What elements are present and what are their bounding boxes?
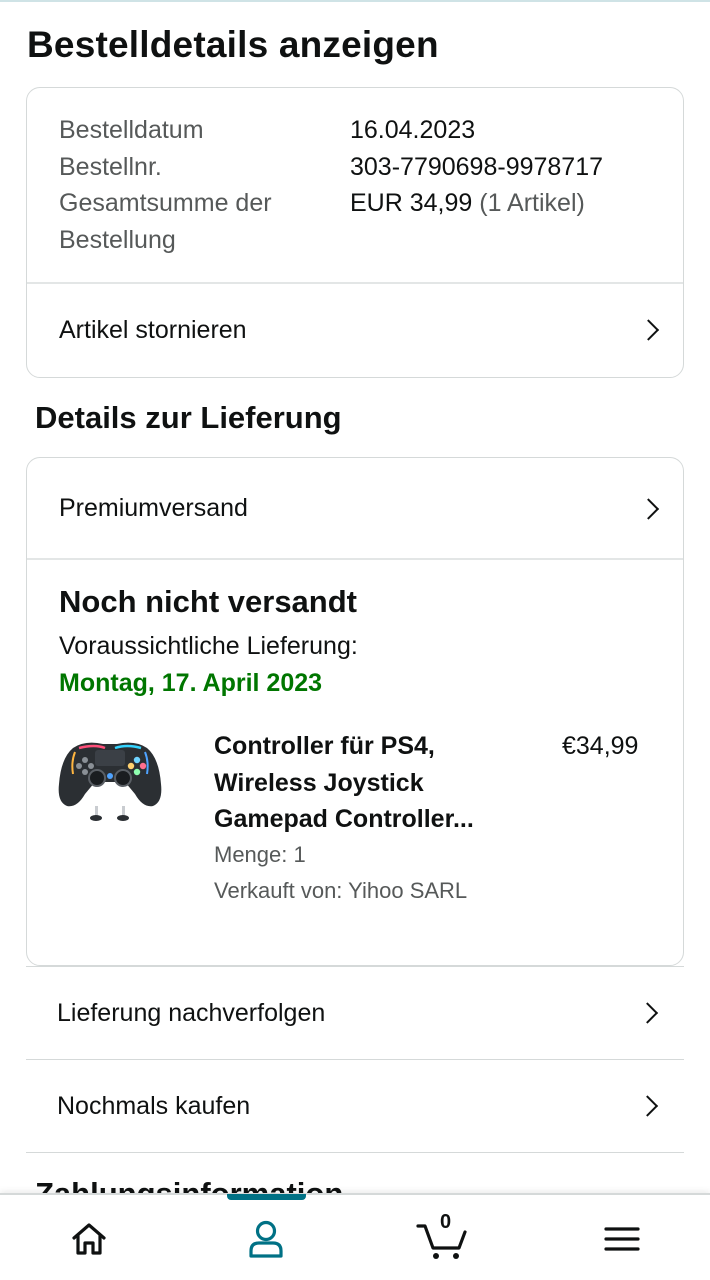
track-delivery-label: Lieferung nachverfolgen (57, 998, 326, 1027)
order-number-value: 303-7790698-9978717 (350, 153, 604, 181)
order-date-row: Bestelldatum 16.04.2023 (59, 112, 475, 149)
nav-cart[interactable]: 0 (383, 1195, 503, 1280)
buy-again-link[interactable]: Nochmals kaufen (26, 1059, 684, 1152)
cancel-items-label: Artikel stornieren (59, 315, 247, 344)
user-icon (249, 1220, 283, 1258)
home-icon (72, 1222, 106, 1255)
order-total-amount: EUR 34,99 (350, 189, 473, 217)
nav-account[interactable] (206, 1195, 326, 1280)
expected-delivery-label: Voraussichtliche Lieferung: (59, 632, 358, 660)
product-seller: Verkauft von: Yihoo SARL (214, 878, 468, 903)
order-date-value: 16.04.2023 (350, 116, 476, 144)
order-total-row: Gesamtsumme der Bestellung EUR 34,99 (1 … (59, 185, 585, 258)
cancel-items-link[interactable]: Artikel stornieren (27, 283, 683, 377)
nav-home[interactable] (29, 1195, 149, 1280)
page-title: Bestelldetails anzeigen (27, 24, 439, 65)
expected-delivery-date: Montag, 17. April 2023 (59, 669, 323, 697)
product-image[interactable] (55, 736, 165, 824)
nav-menu[interactable] (562, 1195, 682, 1280)
chevron-right-icon (636, 1095, 659, 1117)
shipping-method-link[interactable]: Premiumversand (27, 458, 683, 559)
product-price: €34,99 (562, 732, 639, 760)
order-total-label: Gesamtsumme der Bestellung (59, 189, 272, 254)
menu-icon (604, 1226, 640, 1251)
order-total-value: EUR 34,99 (1 Artikel) (350, 185, 585, 222)
order-number-row: Bestellnr. 303-7790698-9978717 (59, 149, 603, 186)
product-quantity: Menge: 1 (214, 842, 306, 867)
shipment-status: Noch nicht versandt (59, 584, 357, 619)
bottom-navigation: 0 (0, 1193, 710, 1280)
order-item-count: (1 Artikel) (479, 189, 585, 217)
chevron-right-icon (637, 319, 660, 341)
cart-count-badge: 0 (440, 1211, 452, 1233)
shipping-method-label: Premiumversand (59, 494, 248, 522)
track-delivery-link[interactable]: Lieferung nachverfolgen (26, 966, 684, 1059)
chevron-right-icon (637, 497, 660, 520)
order-date-label: Bestelldatum (59, 116, 204, 144)
delivery-card: Premiumversand Noch nicht versandt Vorau… (26, 457, 684, 966)
buy-again-label: Nochmals kaufen (57, 1091, 251, 1120)
chevron-right-icon (636, 1002, 659, 1024)
product-title-link[interactable]: Controller für PS4, Wireless Joystick Ga… (214, 728, 524, 838)
order-summary-card: Bestelldatum 16.04.2023 Bestellnr. 303-7… (26, 87, 684, 378)
divider (27, 558, 683, 560)
delivery-section-title: Details zur Lieferung (35, 400, 342, 435)
top-border (0, 0, 710, 2)
order-number-label: Bestellnr. (59, 153, 162, 181)
